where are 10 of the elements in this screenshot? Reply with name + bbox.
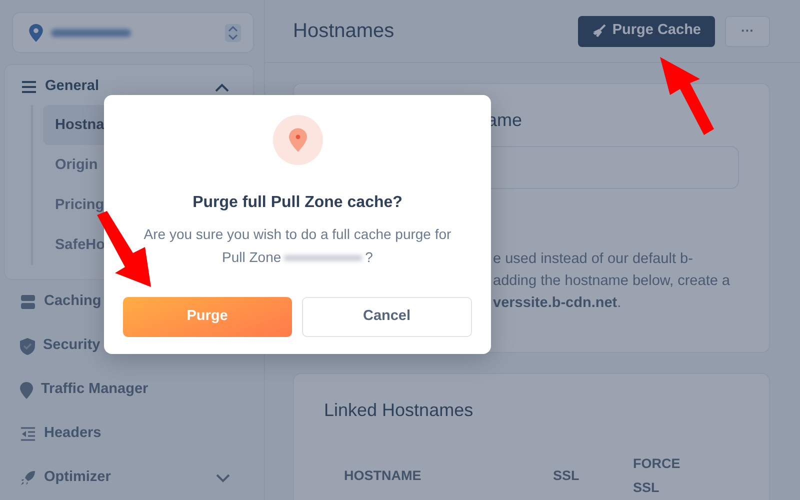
description-text: verssite.b-cdn.net. — [493, 294, 622, 313]
column-header: HOSTNAME — [344, 466, 422, 485]
dialog-title: Purge full Pull Zone cache? — [192, 193, 404, 213]
column-header: SSL — [553, 466, 580, 485]
page-title: Hostnames — [293, 19, 394, 44]
description-text: e used instead of our default b- — [493, 250, 694, 269]
dialog-message: Are you sure you wish to do a full cache purge for Pull Zone ? — [142, 225, 452, 267]
description-text: adding the hostname below, create a — [493, 272, 731, 291]
column-header: FORCE SSL — [633, 454, 682, 497]
card-title: Linked Hostnames — [324, 400, 474, 422]
